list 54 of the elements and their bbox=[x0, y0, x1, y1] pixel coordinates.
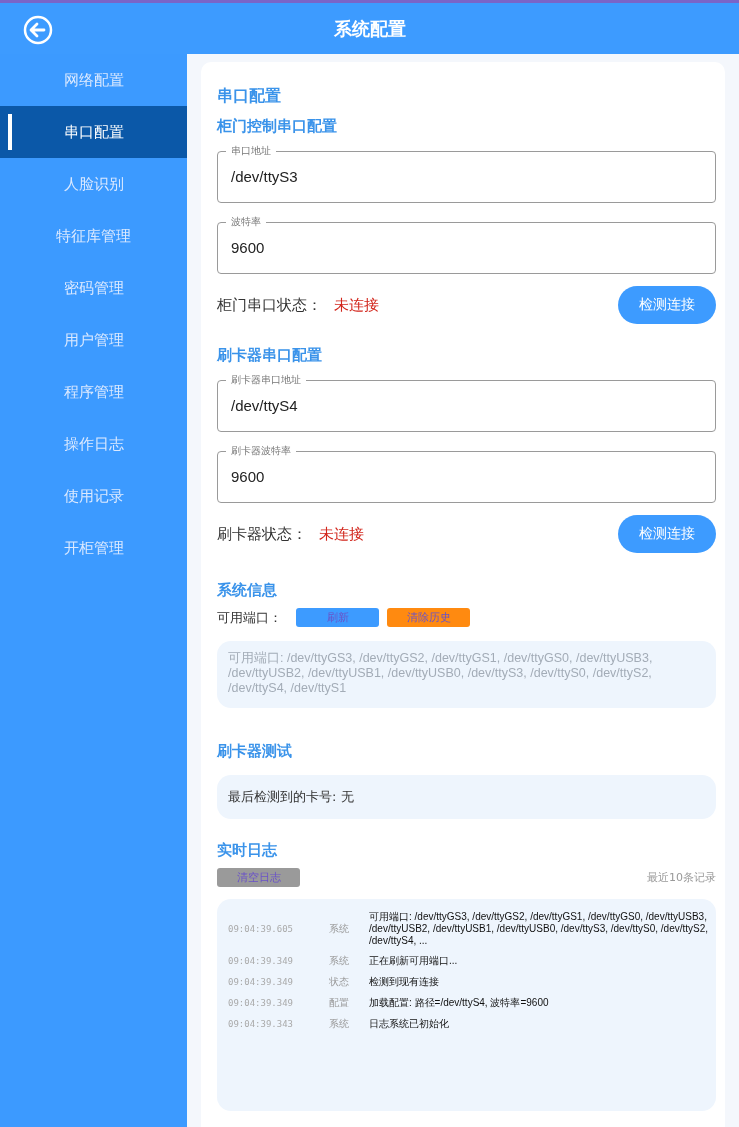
sidebar-item[interactable]: 程序管理 bbox=[0, 366, 187, 418]
log-message: 日志系统已初始化 bbox=[369, 1018, 450, 1030]
ports-text: 可用端口: /dev/ttyGS3, /dev/ttyGS2, /dev/ttyGS1, /dev/ttyGS0, /dev/ttyUSB3, /dev/ttyUSB2, /dev/ttyUSB1, /dev/ttyUSB0, /dev/ttyS3, /dev/ttyS0, /dev/ttyS2, /dev/ttyS4, /dev/ttyS1 bbox=[228, 651, 654, 696]
status-label: 刷卡器状态： bbox=[217, 524, 307, 544]
clear-log-button[interactable]: 清空日志 bbox=[217, 868, 300, 887]
status-label: 柜门串口状态： bbox=[217, 295, 322, 315]
record-count-note: 最近10条记录 bbox=[647, 870, 716, 885]
log-type: 系统 bbox=[329, 1017, 350, 1031]
action-button[interactable]: 清除历史 bbox=[387, 608, 470, 627]
log-time: 09:04:39.605 bbox=[228, 924, 295, 934]
floating-label: 刷卡器波特率 bbox=[230, 444, 292, 458]
log-time: 09:04:39.349 bbox=[228, 977, 295, 987]
input-field[interactable]: 串口地址 /dev/ttyS3 bbox=[217, 144, 716, 203]
sidebar-item[interactable]: 用户管理 bbox=[0, 314, 187, 366]
status-value: 未连接 bbox=[319, 524, 364, 544]
log-message: 检测到现有连接 bbox=[369, 976, 440, 988]
action-button[interactable]: 刷新 bbox=[296, 608, 379, 627]
log-message: 可用端口: /dev/ttyGS3, /dev/ttyGS2, /dev/ttyGS1, /dev/ttyGS0, /dev/ttyUSB3, /dev/ttyUSB2, /dev/ttyUSB1, /dev/ttyUSB0, /dev/ttyS3, /dev/ttyS0, /dev/ttyS2, /dev/ttyS4, ... bbox=[369, 911, 710, 947]
log-time: 09:04:39.349 bbox=[228, 998, 295, 1008]
sidebar-item[interactable]: 特征库管理 bbox=[0, 210, 187, 262]
log-message: 正在刷新可用端口... bbox=[369, 955, 459, 967]
log-type: 配置 bbox=[329, 996, 350, 1010]
floating-label: 波特率 bbox=[230, 215, 262, 229]
floating-label: 串口地址 bbox=[230, 144, 272, 158]
status-value: 未连接 bbox=[334, 295, 379, 315]
log-message: 加载配置: 路径=/dev/ttyS4, 波特率=9600 bbox=[369, 997, 550, 1009]
log-type: 系统 bbox=[329, 922, 350, 936]
sidebar-item[interactable]: 串口配置 bbox=[0, 106, 187, 158]
check-connection-button[interactable]: 检测连接 bbox=[618, 286, 716, 324]
log-time: 09:04:39.349 bbox=[228, 956, 295, 966]
sidebar-item[interactable]: 人脸识别 bbox=[0, 158, 187, 210]
ports-label: 可用端口： bbox=[217, 608, 282, 627]
window-title: 系统配置 bbox=[333, 16, 406, 41]
section-subtitle: 刷卡器测试 bbox=[217, 742, 293, 761]
back-icon[interactable] bbox=[23, 15, 53, 45]
log-type: 系统 bbox=[329, 954, 350, 968]
check-connection-button[interactable]: 检测连接 bbox=[618, 515, 716, 553]
input-field[interactable]: 刷卡器串口地址 /dev/ttyS4 bbox=[217, 373, 716, 432]
section-subtitle: 柜门控制串口配置 bbox=[217, 117, 338, 136]
input-field[interactable]: 刷卡器波特率 9600 bbox=[217, 444, 716, 503]
floating-label: 刷卡器串口地址 bbox=[230, 373, 302, 387]
sidebar-item[interactable]: 使用记录 bbox=[0, 470, 187, 522]
input-field[interactable]: 波特率 9600 bbox=[217, 215, 716, 274]
section-title: 串口配置 bbox=[217, 86, 282, 107]
sidebar-item[interactable]: 操作日志 bbox=[0, 418, 187, 470]
section-subtitle: 实时日志 bbox=[217, 841, 278, 860]
sidebar-item[interactable]: 开柜管理 bbox=[0, 522, 187, 574]
section-subtitle: 系统信息 bbox=[217, 581, 278, 600]
log-type: 状态 bbox=[329, 975, 350, 989]
sidebar-item[interactable]: 密码管理 bbox=[0, 262, 187, 314]
log-time: 09:04:39.343 bbox=[228, 1019, 295, 1029]
section-subtitle: 刷卡器串口配置 bbox=[217, 346, 323, 365]
sidebar-item[interactable]: 网络配置 bbox=[0, 54, 187, 106]
card-number-text: 最后检测到的卡号: 无 bbox=[228, 788, 355, 806]
